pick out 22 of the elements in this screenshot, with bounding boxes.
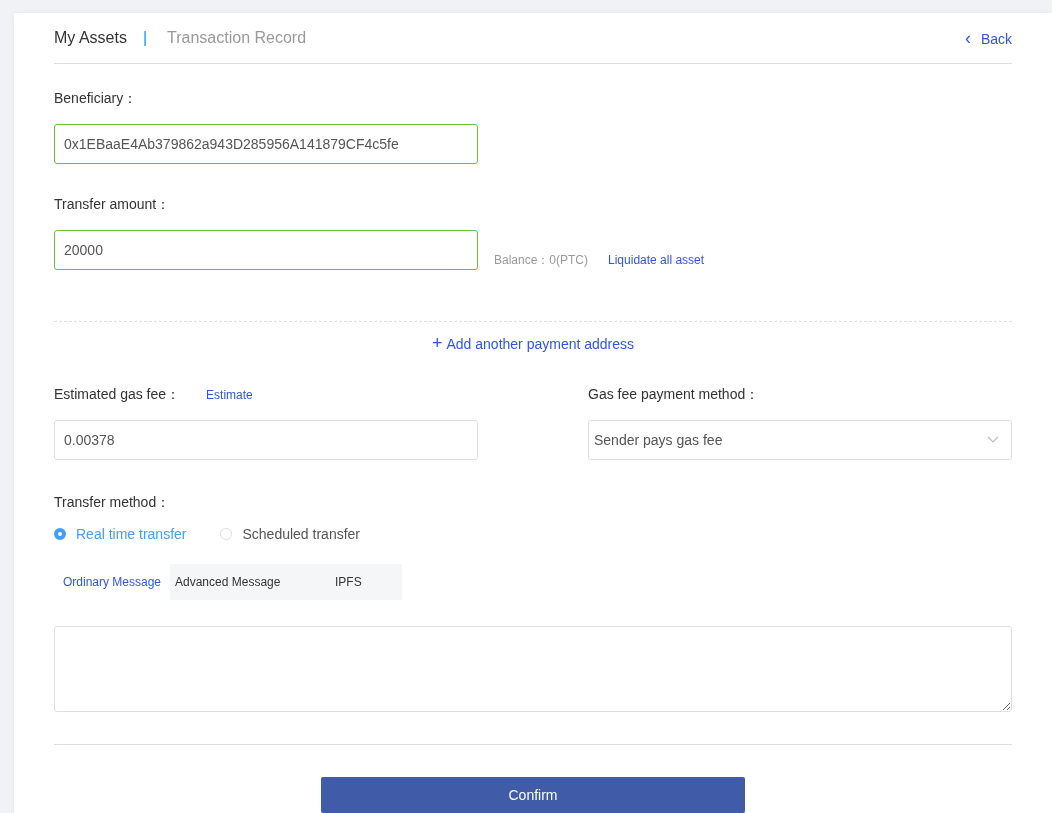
field-label: Transfer method：: [54, 494, 172, 512]
message-textarea[interactable]: [54, 626, 1012, 712]
balance-text: Balance：0(PTC): [494, 253, 589, 269]
beneficiary-input[interactable]: 0x1EBaaE4Ab379862a943D285956A141879CF4c5fe: [54, 124, 478, 164]
field-label: Beneficiary：: [54, 90, 139, 108]
add-address-link[interactable]: + Add another payment address: [431, 336, 635, 352]
confirm-button[interactable]: Confirm: [321, 777, 745, 813]
field-label: Transfer amount：: [54, 196, 172, 214]
message-tab[interactable]: Advanced Message: [170, 564, 330, 600]
chevron-down-icon: [987, 436, 999, 444]
amount-input[interactable]: 20000: [54, 230, 478, 270]
field-label: Gas fee payment method：: [588, 386, 761, 404]
radio-option[interactable]: Scheduled transfer: [220, 526, 360, 542]
message-tab[interactable]: IPFS: [330, 564, 402, 600]
liquidate-link[interactable]: Liquidate all asset: [608, 253, 705, 270]
back-link[interactable]: ‹ Back: [964, 27, 1012, 49]
field-label: Estimated gas fee：: [54, 386, 181, 404]
tab-separator: |: [142, 29, 148, 47]
header-tab[interactable]: My Assets: [54, 29, 127, 47]
gas-payment-select[interactable]: Sender pays gas fee: [588, 420, 1012, 460]
gas-fee-input[interactable]: 0.00378: [54, 420, 478, 460]
estimate-link[interactable]: Estimate: [206, 388, 253, 402]
